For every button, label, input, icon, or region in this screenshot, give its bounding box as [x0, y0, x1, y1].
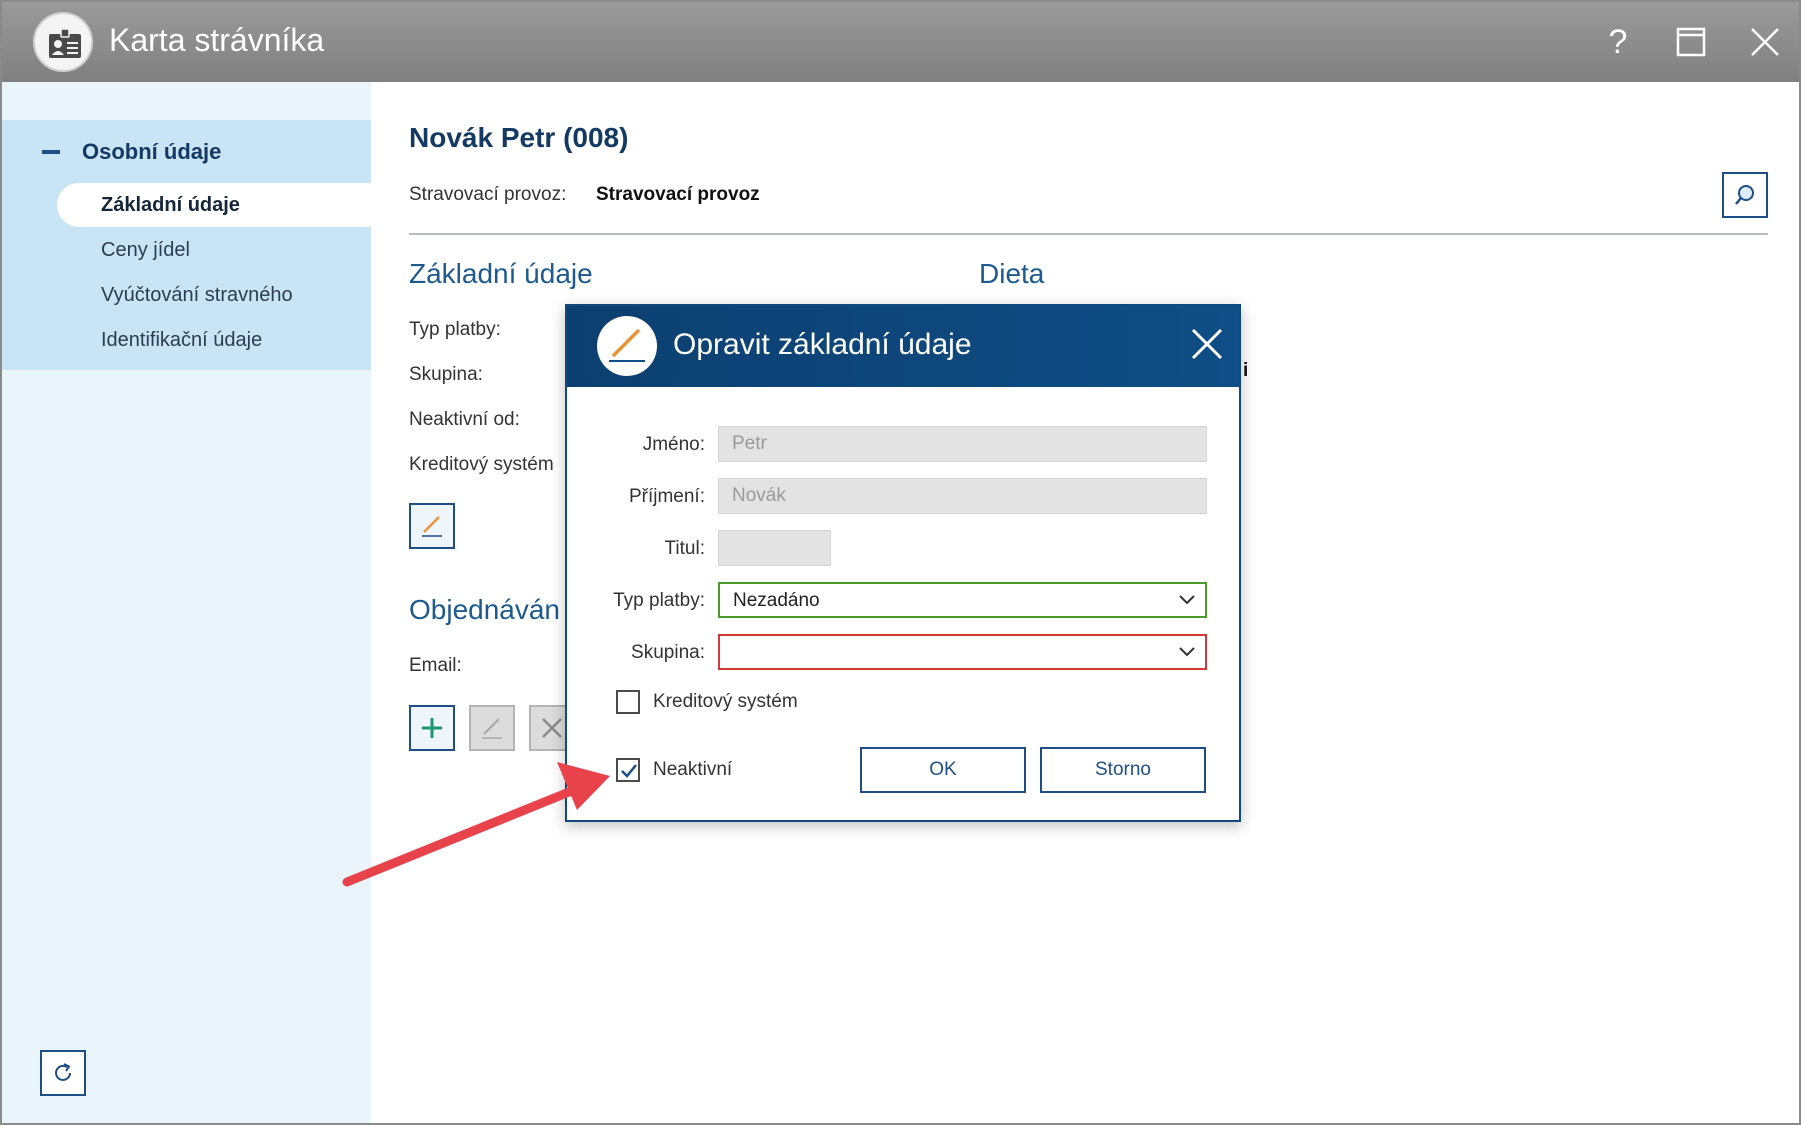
- nav-group-header[interactable]: Osobní údaje: [2, 120, 371, 183]
- jmeno-field[interactable]: Petr: [718, 426, 1207, 462]
- typ-platby-value: Nezadáno: [733, 590, 820, 611]
- close-icon[interactable]: [1187, 324, 1227, 364]
- jmeno-label: Jméno:: [642, 434, 705, 455]
- title-bar: Karta strávníka ?: [2, 2, 1799, 82]
- add-button[interactable]: [409, 705, 455, 751]
- dialog-header: Opravit základní údaje: [567, 306, 1239, 387]
- divider: [409, 233, 1768, 235]
- typ-platby-label: Typ platby:: [613, 590, 705, 611]
- edit-dialog: Opravit základní údaje Jméno: Petr Příjm…: [565, 304, 1241, 822]
- email-label: Email:: [409, 655, 462, 676]
- typ-platby-label: Typ platby:: [409, 319, 501, 340]
- sidebar-item-identifikacni[interactable]: Identifikační údaje: [57, 318, 371, 362]
- section-basic-title: Základní údaje: [409, 258, 593, 289]
- skupina-select[interactable]: [718, 634, 1207, 670]
- plus-icon: [422, 718, 442, 738]
- check-icon: [621, 764, 637, 778]
- kreditovy-label: Kreditový systém: [409, 454, 554, 475]
- maximize-icon[interactable]: [1666, 18, 1716, 66]
- delete-icon: [542, 718, 562, 738]
- section-diet-title: Dieta: [979, 258, 1045, 289]
- app-window: Karta strávníka ? Osobní údaje Základní …: [0, 0, 1801, 1125]
- kreditovy-checkbox[interactable]: [616, 690, 640, 714]
- provoz-value: Stravovací provoz: [596, 184, 760, 205]
- chevron-down-icon: [1179, 595, 1195, 605]
- skupina-label: Skupina:: [409, 364, 483, 385]
- sidebar-item-zakladni-udaje[interactable]: Základní údaje: [57, 183, 371, 227]
- titul-label: Titul:: [664, 538, 705, 559]
- neaktivni-checkbox[interactable]: [616, 758, 640, 782]
- kreditovy-label: Kreditový systém: [653, 691, 798, 712]
- provoz-label: Stravovací provoz:: [409, 184, 567, 205]
- page-title: Novák Petr (008): [409, 122, 629, 153]
- neaktivni-od-label: Neaktivní od:: [409, 409, 520, 430]
- chevron-down-icon: [1179, 647, 1195, 657]
- sidebar-item-vyuctovani[interactable]: Vyúčtování stravného: [57, 273, 371, 317]
- edit-email-button[interactable]: [469, 705, 515, 751]
- cancel-button[interactable]: Storno: [1040, 747, 1206, 793]
- search-icon: [1735, 185, 1754, 205]
- dialog-title: Opravit základní údaje: [673, 328, 972, 361]
- window-title: Karta strávníka: [109, 22, 325, 58]
- close-icon[interactable]: [1740, 18, 1790, 66]
- titul-field[interactable]: [718, 530, 831, 566]
- neaktivni-label: Neaktivní: [653, 759, 733, 780]
- typ-platby-select[interactable]: Nezadáno: [718, 582, 1207, 618]
- refresh-button[interactable]: [40, 1050, 86, 1096]
- collapse-icon[interactable]: [42, 150, 60, 154]
- edit-button[interactable]: [409, 503, 455, 549]
- search-button[interactable]: [1722, 172, 1768, 218]
- id-card-icon: [33, 12, 93, 72]
- prijmeni-label: Příjmení:: [628, 486, 705, 507]
- pencil-icon: [597, 316, 657, 376]
- help-button[interactable]: ?: [1593, 18, 1643, 66]
- section-orders-title: Objednáván: [409, 594, 561, 625]
- pencil-icon: [482, 718, 502, 739]
- sidebar: Osobní údaje Základní údaje Ceny jídel V…: [2, 82, 371, 1123]
- sidebar-item-ceny-jidel[interactable]: Ceny jídel: [57, 228, 371, 272]
- nav-group: Osobní údaje Základní údaje Ceny jídel V…: [2, 120, 371, 370]
- skupina-label: Skupina:: [631, 642, 705, 663]
- refresh-icon: [55, 1063, 71, 1081]
- pencil-icon: [422, 516, 442, 537]
- nav-group-label: Osobní údaje: [82, 139, 222, 164]
- prijmeni-field[interactable]: Novák: [718, 478, 1207, 514]
- ok-button[interactable]: OK: [860, 747, 1026, 793]
- diet-value: i: [1243, 360, 1249, 381]
